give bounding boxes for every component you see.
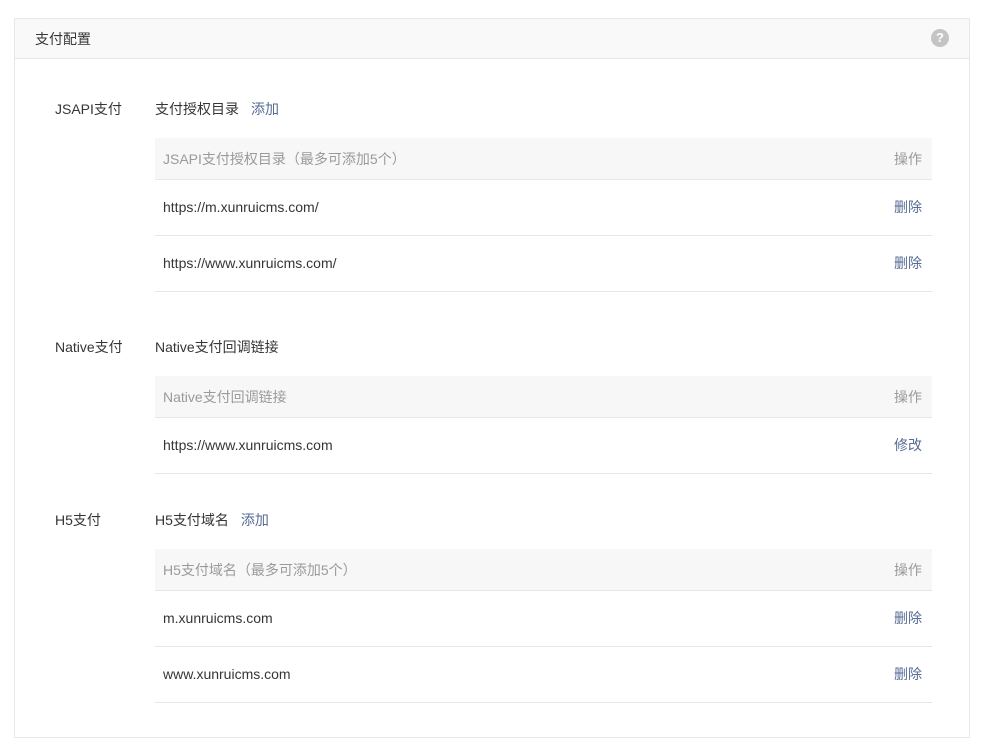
h5-subhead-text: H5支付域名 (155, 512, 229, 528)
table-header-main: JSAPI支付授权目录（最多可添加5个） (163, 151, 406, 167)
table-header-op: 操作 (894, 151, 922, 167)
native-subhead: Native支付回调链接 (155, 339, 279, 355)
table-row: https://www.xunruicms.com 修改 (155, 418, 932, 474)
table-row: https://m.xunruicms.com/ 删除 (155, 180, 932, 236)
table-row: www.xunruicms.com 删除 (155, 647, 932, 703)
h5-subhead: H5支付域名 添加 (155, 511, 269, 529)
delete-link[interactable]: 删除 (894, 609, 922, 627)
payment-config-panel: 支付配置 ? JSAPI支付 支付授权目录 添加 JSAPI支付授权目录（最多可添… (14, 18, 970, 738)
table-header: JSAPI支付授权目录（最多可添加5个） 操作 (155, 138, 932, 180)
table-row: m.xunruicms.com 删除 (155, 591, 932, 647)
question-circle-icon[interactable]: ? (931, 29, 949, 47)
row-domain: m.xunruicms.com (163, 610, 273, 626)
table-header-main: H5支付域名（最多可添加5个） (163, 562, 357, 578)
h5-label: H5支付 (55, 512, 101, 528)
table-header-op: 操作 (894, 389, 922, 405)
jsapi-add-link[interactable]: 添加 (251, 101, 279, 117)
table-header-main: Native支付回调链接 (163, 389, 287, 405)
row-domain: www.xunruicms.com (163, 666, 291, 682)
h5-table: H5支付域名（最多可添加5个） 操作 m.xunruicms.com 删除 ww… (155, 549, 932, 703)
table-header: H5支付域名（最多可添加5个） 操作 (155, 549, 932, 591)
panel-title: 支付配置 (35, 31, 91, 47)
edit-link[interactable]: 修改 (894, 436, 922, 454)
jsapi-subhead: 支付授权目录 添加 (155, 100, 279, 118)
delete-link[interactable]: 删除 (894, 665, 922, 683)
delete-link[interactable]: 删除 (894, 198, 922, 216)
table-header: Native支付回调链接 操作 (155, 376, 932, 418)
jsapi-label: JSAPI支付 (55, 101, 122, 117)
delete-link[interactable]: 删除 (894, 254, 922, 272)
h5-add-link[interactable]: 添加 (241, 512, 269, 528)
panel-header: 支付配置 ? (15, 19, 969, 59)
native-table: Native支付回调链接 操作 https://www.xunruicms.co… (155, 376, 932, 474)
native-label: Native支付 (55, 339, 123, 355)
row-url: https://www.xunruicms.com/ (163, 255, 337, 271)
row-url: https://www.xunruicms.com (163, 437, 333, 453)
table-header-op: 操作 (894, 562, 922, 578)
row-url: https://m.xunruicms.com/ (163, 199, 319, 215)
jsapi-table: JSAPI支付授权目录（最多可添加5个） 操作 https://m.xunrui… (155, 138, 932, 292)
table-row: https://www.xunruicms.com/ 删除 (155, 236, 932, 292)
jsapi-subhead-text: 支付授权目录 (155, 101, 239, 117)
